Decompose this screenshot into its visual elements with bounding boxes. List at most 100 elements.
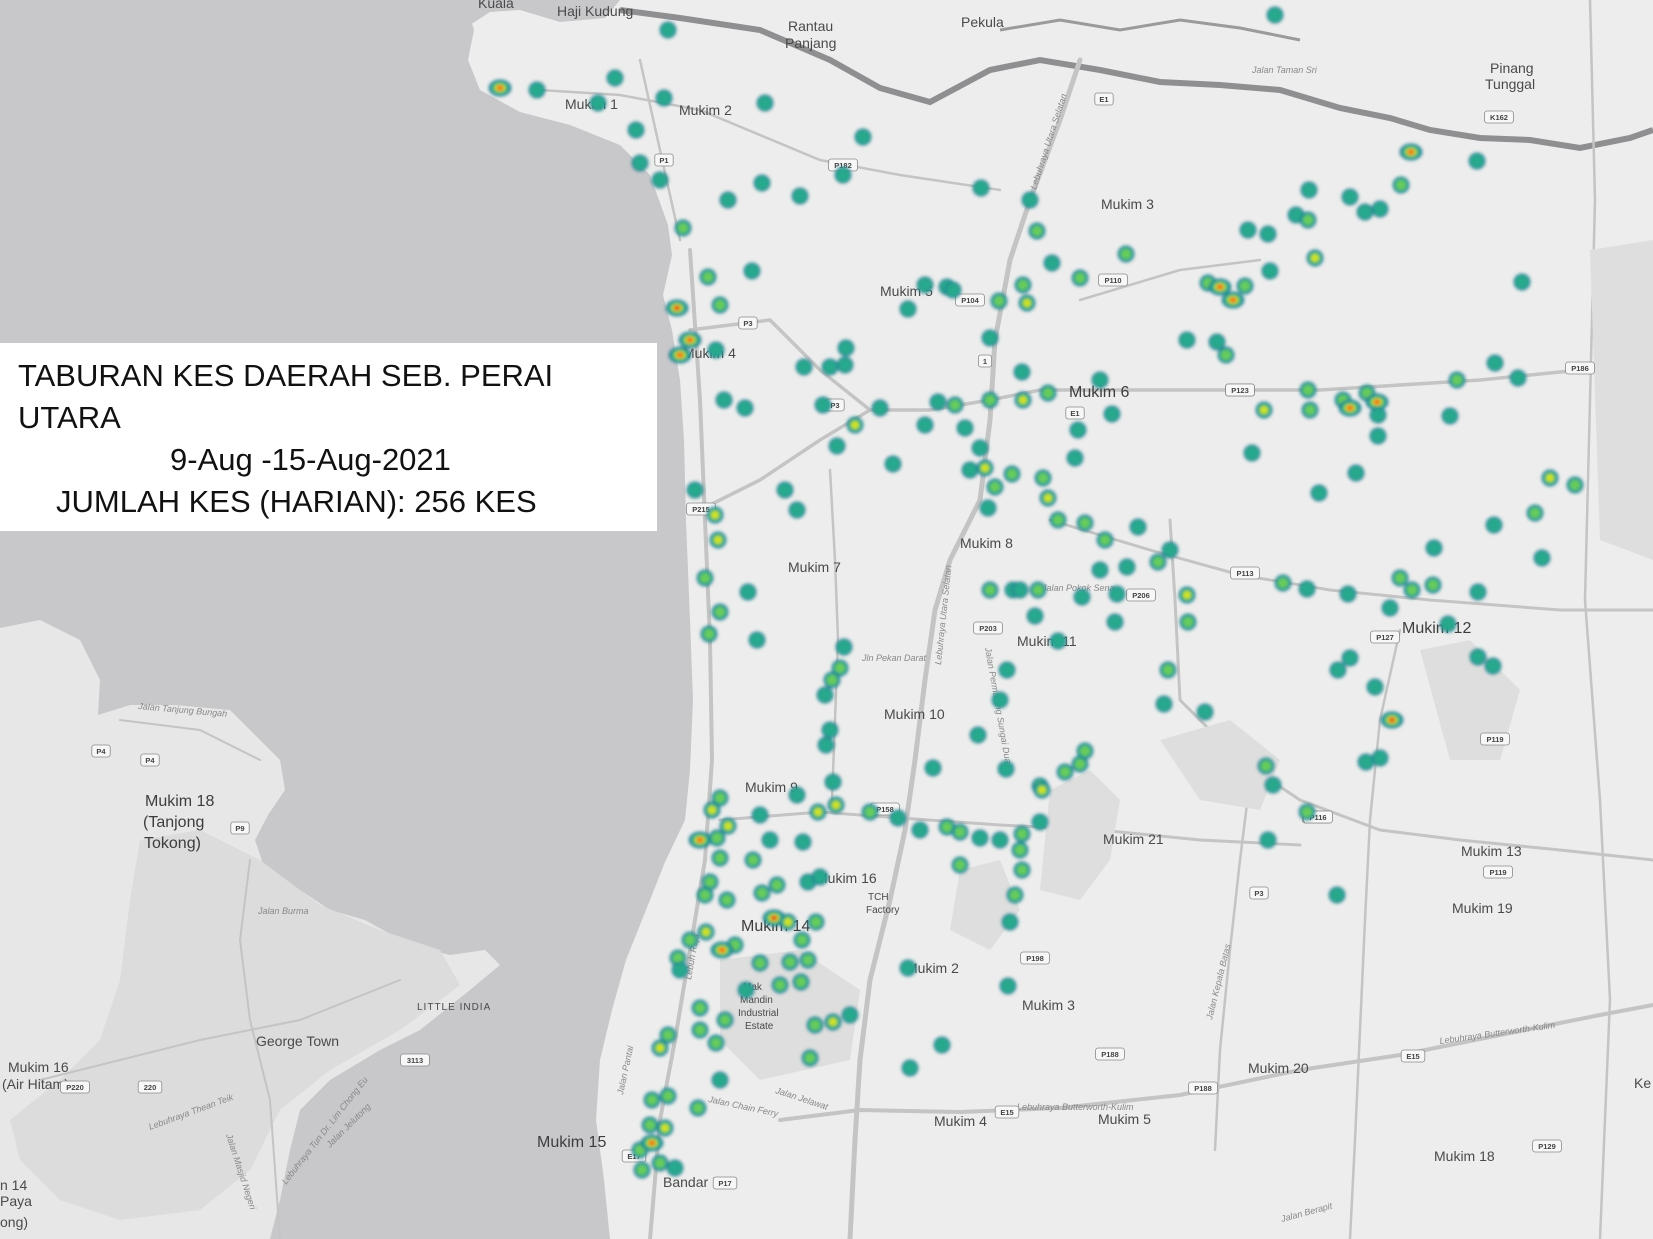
case-hotspot (814, 396, 832, 414)
case-hotspot (1328, 886, 1346, 904)
road-label: Lebuhraya Butterworth-Kulim (1017, 1102, 1134, 1112)
case-hotspot (997, 760, 1015, 778)
road-shield: P17 (712, 1176, 738, 1190)
case-hotspot (1329, 661, 1347, 679)
case-hotspot (1239, 221, 1257, 239)
place-label: Mukim 3 (1022, 997, 1075, 1013)
svg-text:P4: P4 (96, 747, 106, 756)
case-hotspot (1178, 586, 1196, 604)
case-hotspot (788, 786, 806, 804)
svg-text:P9: P9 (235, 824, 244, 833)
case-hotspot (696, 569, 714, 587)
road-shield: 1 (978, 354, 993, 368)
road-shield: P220 (60, 1080, 90, 1094)
case-hotspot (1403, 581, 1421, 599)
case-hotspot (643, 1091, 661, 1109)
case-hotspot (1043, 254, 1061, 272)
place-label: Mukim 18 (145, 793, 214, 810)
case-hotspot (929, 393, 947, 411)
case-hotspot (718, 891, 736, 909)
case-hotspot (1039, 384, 1057, 402)
svg-text:P3: P3 (1254, 889, 1263, 898)
place-label: Factory (866, 905, 899, 916)
heatmap-map[interactable]: Kuala Haji Kudung Rantau Panjang Pekula … (0, 0, 1653, 1239)
place-label: Mukim 4 (934, 1113, 987, 1129)
case-hotspot (691, 999, 709, 1017)
legend-total-cases: JUMLAH KES (HARIAN): 256 KES (56, 484, 537, 519)
svg-text:3113: 3113 (407, 1056, 423, 1065)
case-hotspot (998, 661, 1016, 679)
case-hotspot (1018, 294, 1036, 312)
case-hotspot (807, 913, 825, 931)
svg-text:P220: P220 (66, 1083, 84, 1092)
case-hotspot (971, 439, 989, 457)
place-label: Mukim 2 (679, 102, 732, 118)
case-hotspot (1566, 476, 1584, 494)
road-label: Jalan Burma (257, 906, 309, 916)
case-hotspot (1161, 541, 1179, 559)
case-hotspot (779, 913, 797, 931)
legend-date-range: 9-Aug -15-Aug-2021 (170, 442, 451, 477)
road-shield: P129 (1532, 1139, 1562, 1153)
case-hotspot (1299, 211, 1317, 229)
case-hotspot (1399, 143, 1423, 161)
road-shield: E15 (994, 1105, 1020, 1119)
road-label: Jalan Taman Sri (1251, 65, 1318, 75)
svg-text:E15: E15 (1000, 1108, 1013, 1117)
case-hotspot (756, 94, 774, 112)
case-hotspot (606, 69, 624, 87)
case-hotspot (1056, 763, 1074, 781)
case-hotspot (824, 1013, 842, 1031)
case-hotspot (1425, 539, 1443, 557)
case-hotspot (776, 481, 794, 499)
case-hotspot (1264, 776, 1282, 794)
case-hotspot (1039, 489, 1057, 507)
case-hotspot (1071, 269, 1089, 287)
case-hotspot (991, 691, 1009, 709)
svg-text:P206: P206 (1132, 591, 1150, 600)
case-hotspot (1468, 152, 1486, 170)
case-hotspot (1129, 518, 1147, 536)
svg-text:E15: E15 (1406, 1052, 1419, 1061)
road-shield: K162 (1484, 110, 1514, 124)
case-hotspot (1196, 703, 1214, 721)
svg-text:E1: E1 (1070, 409, 1079, 418)
case-hotspot (706, 506, 724, 524)
case-hotspot (1003, 465, 1021, 483)
case-hotspot (817, 736, 835, 754)
place-label: (Air Hitam) (2, 1076, 69, 1092)
case-hotspot (707, 1034, 725, 1052)
case-hotspot (899, 959, 917, 977)
road-shield: P1 (654, 153, 674, 167)
case-hotspot (686, 481, 704, 499)
case-hotspot (999, 977, 1017, 995)
svg-text:P198: P198 (1026, 954, 1044, 963)
case-hotspot (1469, 648, 1487, 666)
case-hotspot (716, 1011, 734, 1029)
case-hotspot (972, 179, 990, 197)
case-hotspot (1076, 742, 1094, 760)
svg-text:P203: P203 (979, 624, 997, 633)
place-label: Mukim 20 (1248, 1060, 1309, 1076)
place-label: Panjang (785, 35, 836, 51)
case-hotspot (1029, 581, 1047, 599)
case-hotspot (951, 823, 969, 841)
case-hotspot (899, 300, 917, 318)
case-hotspot (674, 219, 692, 237)
place-label: LITTLE INDIA (417, 1002, 491, 1013)
case-hotspot (1392, 176, 1410, 194)
case-hotspot (835, 638, 853, 656)
place-label: Mukim 11 (1017, 633, 1077, 649)
case-hotspot (824, 773, 842, 791)
case-hotspot (969, 726, 987, 744)
road-shield: P104 (955, 293, 985, 307)
case-hotspot (976, 459, 994, 477)
road-shield: P110 (1098, 273, 1128, 287)
svg-text:P129: P129 (1538, 1142, 1556, 1151)
case-hotspot (788, 501, 806, 519)
case-hotspot (1076, 514, 1094, 532)
case-hotspot (1356, 203, 1374, 221)
place-label: (Tanjong (143, 814, 204, 831)
case-hotspot (651, 171, 669, 189)
road-shield: P123 (1225, 383, 1255, 397)
